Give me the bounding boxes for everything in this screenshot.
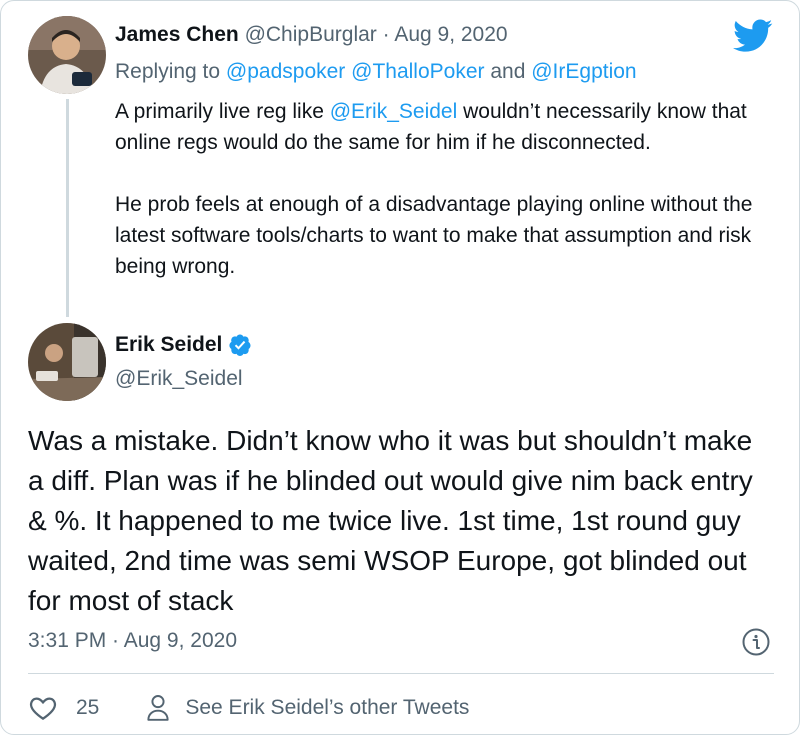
replying-to-prefix: Replying to <box>115 60 226 83</box>
embedded-tweet-card: James Chen @ChipBurglar · Aug 9, 2020 Re… <box>0 0 800 735</box>
reply-paragraph-1: A primarily live reg like @Erik_Seidel w… <box>115 96 765 158</box>
info-icon[interactable] <box>741 627 771 657</box>
see-other-tweets-link[interactable]: See Erik Seidel’s other Tweets <box>99 693 469 723</box>
user-icon <box>147 695 169 721</box>
verified-badge-icon <box>229 334 251 356</box>
reply-text-part: A primarily live reg like <box>115 100 330 123</box>
tweet-text: Was a mistake. Didn’t know who it was bu… <box>28 425 753 616</box>
mention-padspoker[interactable]: @padspoker <box>226 60 345 83</box>
see-other-tweets-label: See Erik Seidel’s other Tweets <box>185 696 470 719</box>
reply-tweet-text: A primarily live reg like @Erik_Seidel w… <box>115 96 765 282</box>
separator-dot: · <box>376 23 395 46</box>
tweet-author-name-row: Erik Seidel <box>115 333 252 357</box>
james-chen-avatar[interactable] <box>28 16 106 94</box>
heart-icon <box>29 697 57 720</box>
separator-dot: · <box>106 629 124 652</box>
tweet-author-name[interactable]: Erik Seidel <box>115 333 222 357</box>
tweet-actions: 25 See Erik Seidel’s other Tweets <box>28 691 469 725</box>
erik-seidel-avatar[interactable] <box>28 323 106 401</box>
reply-author-handle[interactable]: @ChipBurglar <box>245 23 377 46</box>
mention-iregption[interactable]: @IrEgption <box>531 60 636 83</box>
mention-thallopoker[interactable]: @ThalloPoker <box>351 60 484 83</box>
replying-to-line: Replying to @padspoker @ThalloPoker and … <box>115 60 637 84</box>
thread-connector-line <box>66 99 69 317</box>
tweet-author-handle[interactable]: @Erik_Seidel <box>115 367 243 391</box>
like-count: 25 <box>76 696 100 719</box>
mention-erik-seidel[interactable]: @Erik_Seidel <box>330 100 458 123</box>
twitter-bird-icon[interactable] <box>733 19 773 53</box>
tweet-date: Aug 9, 2020 <box>123 629 237 652</box>
divider <box>28 673 774 674</box>
reply-header: James Chen @ChipBurglar · Aug 9, 2020 <box>115 23 508 47</box>
like-button[interactable]: 25 <box>28 693 99 723</box>
replying-and: and <box>484 60 532 83</box>
tweet-timestamp[interactable]: 3:31 PM · Aug 9, 2020 <box>28 629 237 653</box>
reply-paragraph-2: He prob feels at enough of a disadvantag… <box>115 193 753 278</box>
reply-author-name[interactable]: James Chen <box>115 23 239 46</box>
tweet-time: 3:31 PM <box>28 629 107 652</box>
reply-date[interactable]: Aug 9, 2020 <box>394 23 507 46</box>
